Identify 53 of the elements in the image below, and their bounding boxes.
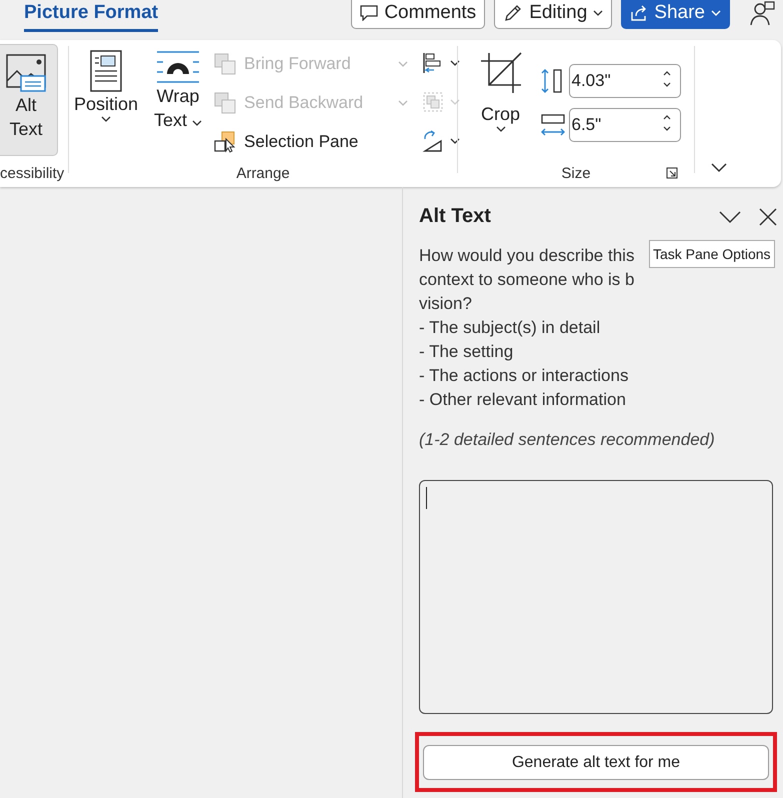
dialog-launcher-icon[interactable] [666, 167, 678, 179]
expand-ribbon-icon[interactable] [711, 163, 727, 173]
generate-button[interactable]: Generate alt text for me [423, 745, 769, 780]
pencil-icon [503, 2, 524, 22]
caret-icon [496, 126, 506, 132]
alt-text-input[interactable] [419, 480, 773, 714]
wrap-text-icon [156, 50, 200, 84]
description-line: - The actions or interactions [419, 365, 628, 387]
crop-icon [480, 52, 522, 94]
chevron-down-icon[interactable] [719, 210, 741, 224]
comments-button[interactable]: Comments [351, 0, 486, 29]
group-label: cessibility [0, 165, 64, 184]
group-label: Size [561, 165, 591, 184]
description-line: - The setting [419, 341, 514, 363]
selection-pane-button[interactable]: Selection Pane [214, 126, 408, 157]
caret-icon [398, 100, 408, 106]
close-icon[interactable] [759, 208, 777, 226]
position-button[interactable]: Position [66, 44, 146, 122]
caret-icon [450, 138, 460, 144]
person-icon[interactable] [749, 1, 775, 27]
group-icon [422, 90, 444, 112]
group-label: Arrange [236, 165, 290, 184]
description-line: vision? [419, 293, 472, 315]
tooltip: Task Pane Options [649, 240, 775, 268]
page-icon [90, 50, 122, 92]
layers-icon [214, 92, 238, 114]
description-line: - Other relevant information [419, 389, 626, 411]
description-line: How would you describe this [419, 245, 634, 267]
crop-button[interactable]: Crop [472, 44, 530, 132]
caret-icon [192, 120, 202, 126]
pane-title: Alt Text [419, 205, 492, 228]
ribbon-tab[interactable]: Picture Format [24, 0, 158, 32]
rotate-icon [422, 130, 444, 152]
width-icon [540, 112, 566, 138]
alt-text-button[interactable]: Alt Text [0, 44, 58, 156]
share-icon [630, 4, 648, 22]
caret-icon [450, 60, 460, 66]
caret-icon [593, 10, 604, 16]
wrap-text-button[interactable]: Wrap Text [146, 44, 210, 132]
description-line: - The subject(s) in detail [419, 317, 600, 339]
comment-icon [360, 4, 378, 20]
caret-icon [450, 98, 460, 104]
caret-icon [711, 10, 721, 16]
caret-icon [100, 116, 111, 122]
image-icon [6, 53, 46, 93]
width-field[interactable]: 6.5" [568, 108, 680, 142]
hint-text: (1-2 detailed sentences recommended) [419, 430, 716, 450]
editing-button[interactable]: Editing [494, 0, 612, 29]
description-line: context to someone who is b [419, 269, 634, 291]
share-button[interactable]: Share [621, 0, 730, 29]
height-field[interactable]: 4.03" [568, 64, 680, 98]
caret-icon [398, 60, 408, 66]
layers-icon [214, 52, 238, 74]
